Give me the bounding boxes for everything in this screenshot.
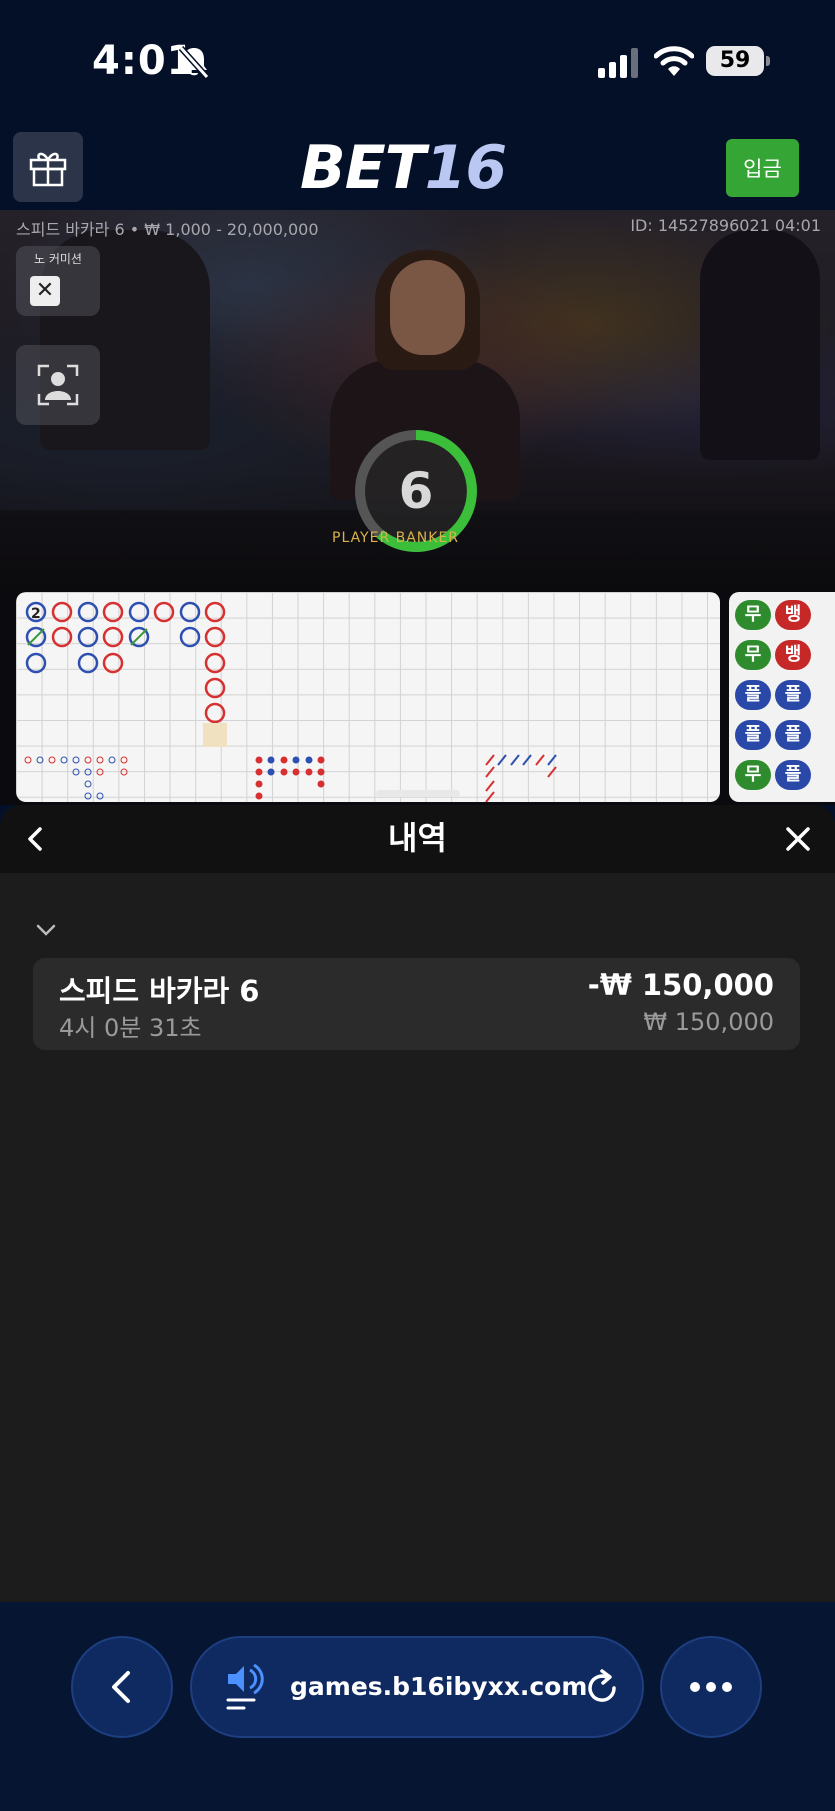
battery-indicator: 59	[706, 46, 770, 76]
checkbox-x-icon: ✕	[30, 276, 60, 306]
ellipsis-icon	[690, 1682, 732, 1692]
sheet-title: 내역	[388, 819, 447, 857]
roadmap-marks: 2	[24, 601, 557, 802]
gift-icon	[29, 152, 67, 187]
bead-tie: 무	[735, 600, 771, 630]
entry-time: 4시 0분 31초	[59, 1014, 202, 1042]
entry-bet-amount: ₩ 150,000	[643, 1008, 774, 1036]
logo-text-bet: BET	[300, 133, 426, 203]
bead-road-grid[interactable]: 무 뱅 무 뱅 플 플 플 플 무 플	[729, 592, 835, 802]
big-road-grid[interactable]: 2	[16, 592, 720, 802]
address-bar[interactable]: games.b16ibyxx.com	[190, 1636, 644, 1738]
chevron-down-icon[interactable]	[32, 920, 60, 940]
video-silhouette-right	[700, 230, 820, 460]
bead-tie: 무	[735, 640, 771, 670]
roadmap-panel: 2 무 뱅 무 뱅 플 플 플 플 무 플	[0, 590, 835, 805]
reload-icon[interactable]	[582, 1668, 622, 1708]
deposit-button[interactable]: 입금	[726, 139, 799, 197]
sheet-drag-handle[interactable]	[376, 790, 460, 797]
app-header: BET16 입금	[0, 125, 835, 210]
bead-player: 플	[775, 720, 811, 750]
cellular-signal-icon	[598, 48, 638, 78]
gift-button[interactable]	[13, 132, 83, 202]
bead-banker: 뱅	[775, 640, 811, 670]
big-road-mark: 2	[31, 606, 41, 622]
bet16-logo[interactable]: BET16	[300, 133, 507, 203]
browser-toolbar: games.b16ibyxx.com	[0, 1602, 835, 1811]
more-options-button[interactable]	[660, 1636, 762, 1738]
camera-view-button[interactable]	[16, 345, 100, 425]
close-icon[interactable]	[780, 821, 816, 857]
history-entry[interactable]: 스피드 바카라 6 4시 0분 31초 -₩ 150,000 ₩ 150,000	[33, 958, 800, 1050]
sheet-header: 내역	[0, 805, 835, 873]
bead-player: 플	[735, 720, 771, 750]
table-limits: 스피드 바카라 6 • ₩ 1,000 - 20,000,000	[16, 220, 319, 239]
back-chevron-icon	[112, 1671, 130, 1703]
speaker-reader-icon	[226, 1663, 264, 1710]
round-id: ID: 14527896021 04:01	[630, 216, 821, 235]
live-video-stream: 스피드 바카라 6 • ₩ 1,000 - 20,000,000 ID: 145…	[0, 210, 835, 590]
bell-muted-icon	[178, 45, 210, 80]
no-commission-toggle[interactable]: 노 커미션 ✕	[16, 246, 100, 316]
url-text: games.b16ibyxx.com	[290, 1672, 588, 1701]
bead-tie: 무	[735, 760, 771, 790]
entry-result-amount: -₩ 150,000	[587, 968, 774, 1002]
bead-player: 플	[775, 760, 811, 790]
history-sheet: 내역 스피드 바카라 6 4시 0분 31초 -₩ 150,000 ₩ 150,…	[0, 805, 835, 1602]
browser-back-button[interactable]	[71, 1636, 173, 1738]
no-commission-label: 노 커미션	[34, 252, 82, 266]
bead-player: 플	[775, 680, 811, 710]
entry-game-name: 스피드 바카라 6	[59, 974, 260, 1008]
status-bar: 4:01 59	[0, 0, 835, 125]
bead-player: 플	[735, 680, 771, 710]
player-banker-label: PLAYER BANKER	[332, 530, 460, 546]
person-focus-icon	[37, 364, 79, 406]
bead-banker: 뱅	[775, 600, 811, 630]
logo-text-16: 16	[424, 133, 507, 203]
wifi-icon	[654, 46, 694, 76]
